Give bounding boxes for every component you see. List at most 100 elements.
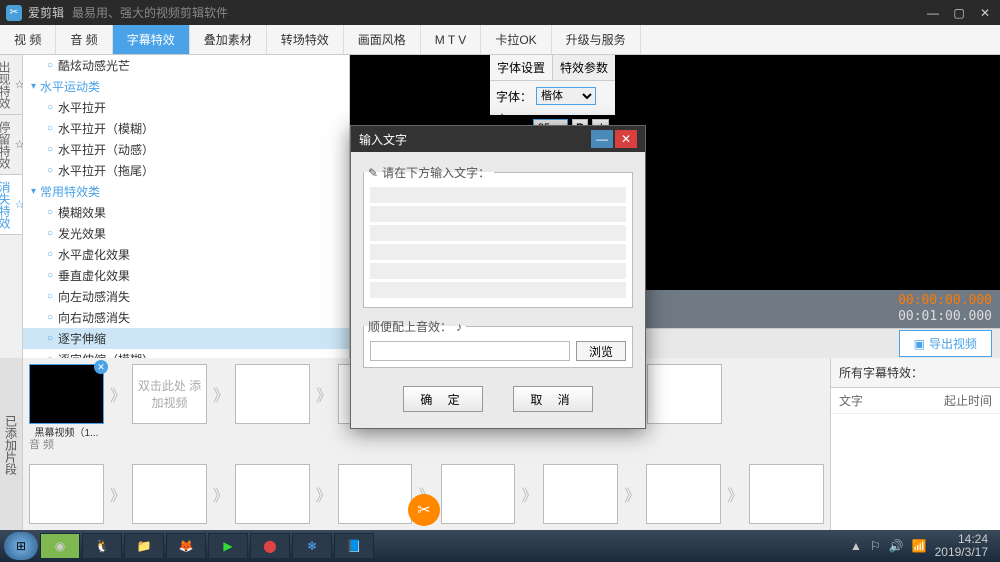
- tree-item[interactable]: 垂直虚化效果: [23, 265, 349, 286]
- tree-item[interactable]: 水平虚化效果: [23, 244, 349, 265]
- taskbar-app[interactable]: ▶: [208, 533, 248, 559]
- tree-item[interactable]: 模糊效果: [23, 202, 349, 223]
- empty-clip-slot[interactable]: [235, 364, 310, 424]
- effect-tree[interactable]: 酷炫动感光芒 水平运动类 水平拉开 水平拉开（模糊） 水平拉开（动感） 水平拉开…: [23, 55, 350, 358]
- taskbar-app[interactable]: 🦊: [166, 533, 206, 559]
- close-button[interactable]: ✕: [976, 6, 994, 20]
- empty-audio-slot[interactable]: [749, 464, 824, 524]
- tab-upgrade[interactable]: 升级与服务: [552, 25, 641, 54]
- tree-item-selected[interactable]: 逐字伸缩: [23, 328, 349, 349]
- empty-clip-slot[interactable]: [647, 364, 722, 424]
- time-display: 00:00:00.000 00:01:00.000: [898, 293, 992, 324]
- time-total: 00:01:00.000: [898, 309, 992, 325]
- taskbar-app[interactable]: ❄: [292, 533, 332, 559]
- taskbar-app[interactable]: 📘: [334, 533, 374, 559]
- cut-button[interactable]: ✂: [408, 494, 440, 526]
- tray-icon[interactable]: 🔊: [889, 539, 904, 553]
- empty-audio-slot[interactable]: [646, 464, 721, 524]
- export-button[interactable]: ▣ 导出视频: [899, 330, 992, 357]
- subtitle-list: 所有字幕特效： 文字 起止时间: [830, 358, 1000, 532]
- phase-appear[interactable]: ☆出现特效: [0, 55, 22, 115]
- main-tabs: 视 频 音 频 字幕特效 叠加素材 转场特效 画面风格 M T V 卡拉OK 升…: [0, 25, 1000, 55]
- dialog-minimize-button[interactable]: —: [591, 130, 613, 148]
- cancel-button[interactable]: 取 消: [513, 386, 593, 412]
- tree-group[interactable]: 常用特效类: [23, 181, 349, 202]
- font-tab-font[interactable]: 字体设置: [490, 55, 553, 80]
- col-time: 起止时间: [944, 392, 992, 409]
- col-text: 文字: [839, 392, 944, 409]
- tree-item[interactable]: 水平拉开: [23, 97, 349, 118]
- text-input-area[interactable]: [364, 181, 632, 307]
- text-fieldset: ✎ 请在下方输入文字：: [363, 164, 633, 308]
- dialog-titlebar[interactable]: 输入文字 — ✕: [351, 126, 645, 152]
- music-note-icon: ♪: [456, 320, 462, 334]
- taskbar-app[interactable]: 🐧: [82, 533, 122, 559]
- time-current: 00:00:00.000: [898, 293, 992, 309]
- tab-overlay[interactable]: 叠加素材: [190, 25, 267, 54]
- input-text-dialog: 输入文字 — ✕ ✎ 请在下方输入文字： 顺便配上音效： ♪ 浏览 确 定 取 消: [350, 125, 646, 429]
- phase-disappear[interactable]: ☆消失特效: [0, 175, 22, 235]
- windows-taskbar[interactable]: ⊞ ◉ 🐧 📁 🦊 ▶ ⬤ ❄ 📘 ▲ ⚐ 🔊 📶 14:24 2019/3/1…: [0, 530, 1000, 562]
- tray-icon[interactable]: 📶: [912, 539, 927, 553]
- phase-stay[interactable]: ☆停留特效: [0, 115, 22, 175]
- sound-legend: 顺便配上音效：: [368, 318, 452, 335]
- tree-item[interactable]: 向右动感消失: [23, 307, 349, 328]
- arrow-icon: 》: [213, 382, 229, 406]
- tree-item[interactable]: 水平拉开（拖尾）: [23, 160, 349, 181]
- tree-item[interactable]: 酷炫动感光芒: [23, 55, 349, 76]
- tree-item[interactable]: 水平拉开（模糊）: [23, 118, 349, 139]
- tree-item[interactable]: 逐字伸缩（模糊）: [23, 349, 349, 358]
- taskbar-app[interactable]: ◉: [40, 533, 80, 559]
- dialog-title: 输入文字: [359, 131, 407, 148]
- sound-path-input[interactable]: [370, 341, 570, 361]
- font-panel: 字体设置 特效参数 字体：楷体 大小：35 B I: [490, 55, 615, 115]
- taskbar-app[interactable]: ⬤: [250, 533, 290, 559]
- system-tray[interactable]: ▲ ⚐ 🔊 📶 14:24 2019/3/17: [850, 533, 996, 559]
- font-tab-params[interactable]: 特效参数: [553, 55, 615, 80]
- video-clip[interactable]: ✕ 黑幕视频（1...: [29, 364, 104, 424]
- tray-icon[interactable]: ▲: [850, 539, 862, 553]
- start-button[interactable]: ⊞: [4, 532, 38, 560]
- dialog-close-button[interactable]: ✕: [615, 130, 637, 148]
- taskbar-app[interactable]: 📁: [124, 533, 164, 559]
- clip-remove-icon[interactable]: ✕: [94, 360, 108, 374]
- tree-group[interactable]: 水平运动类: [23, 76, 349, 97]
- tab-transition[interactable]: 转场特效: [267, 25, 344, 54]
- app-subtitle: 最易用、强大的视频剪辑软件: [72, 4, 228, 21]
- font-family-select[interactable]: 楷体: [536, 87, 596, 105]
- effect-phase-tabs: ☆出现特效 ☆停留特效 ☆消失特效: [0, 55, 23, 358]
- empty-audio-slot[interactable]: [543, 464, 618, 524]
- tab-video[interactable]: 视 频: [0, 25, 56, 54]
- app-logo: ✂: [6, 5, 22, 21]
- empty-audio-slot[interactable]: [235, 464, 310, 524]
- clock[interactable]: 14:24 2019/3/17: [935, 533, 988, 559]
- tab-audio[interactable]: 音 频: [56, 25, 112, 54]
- empty-audio-slot[interactable]: [441, 464, 516, 524]
- tab-style[interactable]: 画面风格: [344, 25, 421, 54]
- add-clip-slot[interactable]: 双击此处 添加视频: [132, 364, 207, 424]
- maximize-button[interactable]: ▢: [950, 6, 968, 20]
- ok-button[interactable]: 确 定: [403, 386, 483, 412]
- arrow-icon: 》: [316, 382, 332, 406]
- titlebar: ✂ 爱剪辑 最易用、强大的视频剪辑软件 — ▢ ✕: [0, 0, 1000, 25]
- tree-item[interactable]: 向左动感消失: [23, 286, 349, 307]
- tree-item[interactable]: 水平拉开（动感）: [23, 139, 349, 160]
- app-title: 爱剪辑: [28, 4, 64, 21]
- empty-audio-slot[interactable]: [338, 464, 413, 524]
- tree-item[interactable]: 发光效果: [23, 223, 349, 244]
- sound-fieldset: 顺便配上音效： ♪ 浏览: [363, 318, 633, 368]
- clip-section-label: 已添加片段: [0, 358, 23, 532]
- text-legend: 请在下方输入文字：: [382, 164, 490, 181]
- tab-subtitle-fx[interactable]: 字幕特效: [113, 25, 190, 54]
- tray-icon[interactable]: ⚐: [870, 539, 881, 553]
- edit-icon: ✎: [368, 166, 378, 180]
- browse-button[interactable]: 浏览: [576, 341, 626, 361]
- empty-audio-slot[interactable]: [132, 464, 207, 524]
- arrow-icon: 》: [110, 382, 126, 406]
- tab-karaoke[interactable]: 卡拉OK: [481, 25, 551, 54]
- subtitle-list-header: 所有字幕特效：: [831, 358, 1000, 388]
- tab-mtv[interactable]: M T V: [421, 25, 482, 54]
- minimize-button[interactable]: —: [924, 6, 942, 20]
- clip-caption: 黑幕视频（1...: [30, 424, 103, 439]
- empty-audio-slot[interactable]: [29, 464, 104, 524]
